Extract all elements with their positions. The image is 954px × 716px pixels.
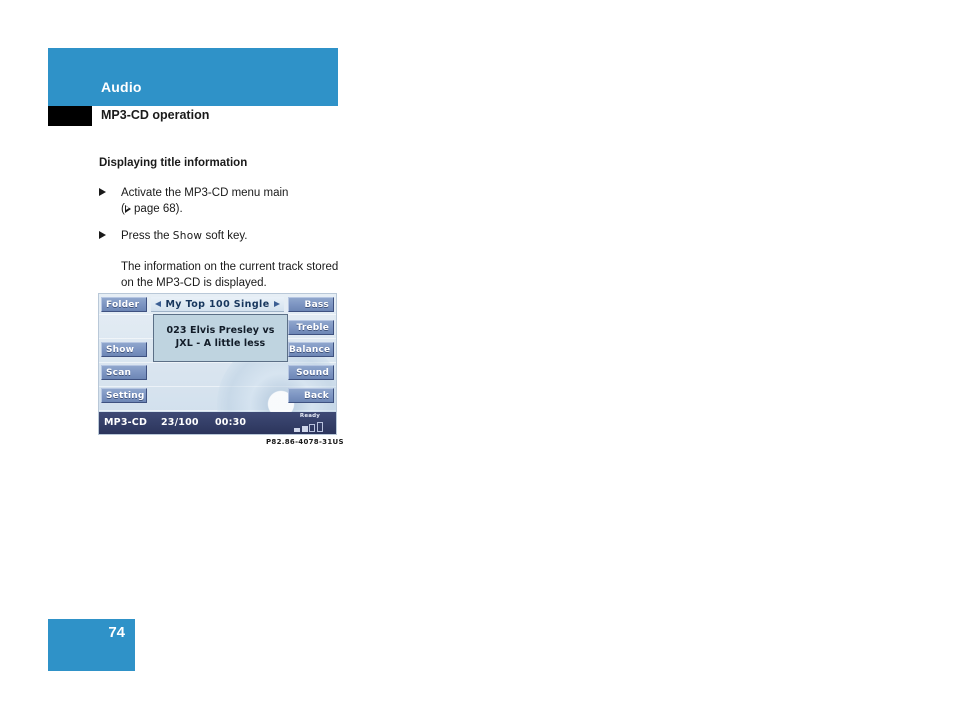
softkey-back[interactable]: Back — [288, 388, 334, 403]
softkey-setting[interactable]: Setting — [101, 388, 147, 403]
device-screen-figure: My Top 100 Single 023 Elvis Presley vs J… — [98, 293, 337, 435]
softkey-sound[interactable]: Sound — [288, 365, 334, 380]
softkey-bass[interactable]: Bass — [288, 297, 334, 312]
figure-caption: P82.86-4078-31US — [266, 438, 344, 446]
body-content: Displaying title information Activate th… — [99, 156, 349, 291]
playlist-title-strip: My Top 100 Single — [151, 297, 284, 312]
triangle-bullet-icon — [99, 187, 106, 196]
softkey-folder[interactable]: Folder — [101, 297, 147, 312]
track-info-line-1: 023 Elvis Presley vs — [166, 325, 275, 336]
page-reference-arrow-icon — [124, 204, 131, 213]
result-paragraph: The information on the current track sto… — [121, 260, 339, 289]
softkey-balance[interactable]: Balance — [288, 342, 334, 357]
device-status-bar: MP3-CD 23/100 00:30 Ready — [99, 412, 336, 434]
status-elapsed-time: 00:30 — [215, 417, 247, 428]
section-header-row: MP3-CD operation — [48, 106, 338, 126]
instruction-step-2: Press the Show soft key. — [99, 228, 349, 244]
body-heading: Displaying title information — [99, 157, 248, 169]
softkey-show[interactable]: Show — [101, 342, 147, 357]
step-2-suffix: soft key. — [202, 230, 248, 243]
section-title: MP3-CD operation — [101, 108, 210, 122]
triangle-right-icon[interactable] — [274, 301, 280, 307]
signal-bar-1 — [294, 428, 300, 432]
triangle-left-icon[interactable] — [155, 301, 161, 307]
softkey-scan[interactable]: Scan — [101, 365, 147, 380]
signal-bar-2 — [301, 426, 308, 432]
chapter-title: Audio — [101, 79, 142, 95]
chapter-header-bar: Audio — [48, 48, 338, 106]
step-1-line-2: ( page 68). — [121, 201, 349, 217]
signal-bar-4 — [316, 422, 323, 432]
step-1-line-1: Activate the MP3-CD menu main — [121, 186, 289, 199]
page-number: 74 — [108, 624, 125, 641]
signal-indicator: Ready — [288, 412, 332, 434]
status-track-number: 23/100 — [161, 417, 199, 428]
signal-bars-icon — [294, 422, 323, 432]
instruction-step-1: Activate the MP3-CD menu main ( page 68)… — [99, 185, 349, 218]
step-2-prefix: Press the — [121, 230, 173, 243]
softkey-treble[interactable]: Treble — [288, 320, 334, 335]
playlist-title: My Top 100 Single — [165, 299, 270, 310]
signal-bar-3 — [309, 424, 315, 432]
track-info-panel: 023 Elvis Presley vs JXL - A little less — [153, 314, 288, 362]
track-info-line-2: JXL - A little less — [175, 338, 266, 349]
section-marker-tab — [48, 106, 92, 126]
triangle-bullet-icon — [99, 231, 106, 240]
page-footer-box: 74 — [48, 619, 135, 671]
status-source: MP3-CD — [104, 417, 148, 428]
step-2-softkey-name: Show — [172, 230, 203, 243]
step-1-page-ref: page 68). — [130, 202, 183, 215]
signal-ready-label: Ready — [299, 413, 321, 419]
